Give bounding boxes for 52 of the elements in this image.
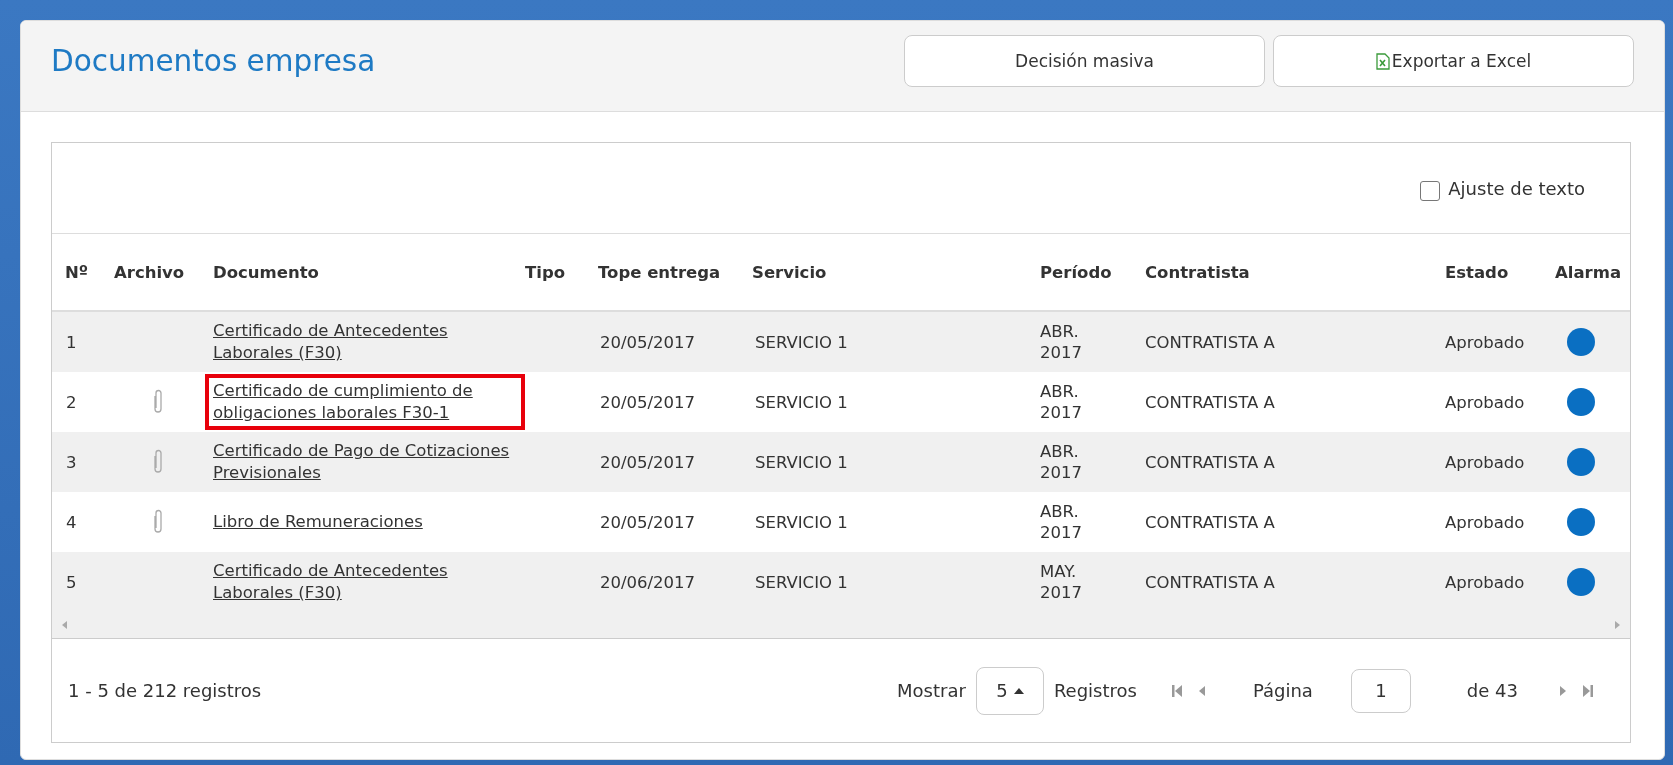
scroll-left-icon [62,621,68,629]
document-link[interactable]: Libro de Remuneraciones [205,505,431,539]
table-cell-text: 20/05/2017 [599,451,697,474]
table-cell-text: CONTRATISTA A [1144,331,1276,354]
document-link[interactable]: Certificado de cumplimiento de obligaciones laborales F30-1 [205,374,525,430]
table-cell-text: CONTRATISTA A [1144,391,1276,414]
table-cell-text: 20/05/2017 [599,391,697,414]
table-cell-text: CONTRATISTA A [1144,451,1276,474]
document-link[interactable]: Certificado de Antecedentes Laborales (F30) [205,314,525,370]
table-cell-text: MAY. 2017 [1040,561,1083,603]
table-cell-text: Aprobado [1444,391,1526,414]
page-input[interactable]: 1 [1350,668,1411,713]
table-cell-text: Aprobado [1444,571,1526,594]
table-cell-text: 2 [65,391,78,414]
records-label: Registros [1053,680,1137,701]
document-link[interactable]: Certificado de Antecedentes Laborales (F30) [205,554,525,610]
document-link[interactable]: Certificado de Pago de Cotizaciones Previsionales [205,434,525,490]
page-title: Documentos empresa [51,44,376,78]
table-cell-text: 5 [65,571,78,594]
table-cell-text: ABR. 2017 [1040,381,1083,423]
export-excel-button[interactable]: Exportar a Excel [1273,35,1634,87]
table-cell-text: 1 [65,331,78,354]
table-cell-text: Aprobado [1444,451,1526,474]
table-cell-text: SERVICIO 1 [754,331,849,354]
table-cell-text: ABR. 2017 [1040,441,1083,483]
table-cell-text: CONTRATISTA A [1144,571,1276,594]
table-cell-text: 20/06/2017 [599,571,697,594]
table-cell-text: 3 [65,451,78,474]
page-size-select[interactable]: 5 [975,666,1044,715]
scroll-right-icon [1614,621,1620,629]
table-cell-text: ABR. 2017 [1040,321,1083,363]
table-cell-text: 20/05/2017 [599,511,697,534]
table-cell-text: Aprobado [1444,511,1526,534]
page-label: Página [1252,680,1313,701]
wrap-text-checkbox[interactable] [1420,180,1441,201]
table-cell-text: Aprobado [1444,331,1526,354]
table-cell-text: CONTRATISTA A [1144,511,1276,534]
table-cell-text: 20/05/2017 [599,331,697,354]
wrap-text-label: Ajuste de texto [1448,177,1585,199]
table-cell-text: SERVICIO 1 [754,571,849,594]
table-cell-text: SERVICIO 1 [754,391,849,414]
records-summary: 1 - 5 de 212 registros [68,680,262,701]
table-cell-text: SERVICIO 1 [754,451,849,474]
table-cell-text: 4 [65,511,78,534]
mass-decision-button[interactable]: Decisión masiva [904,35,1265,87]
horizontal-scrollbar[interactable] [52,612,1630,639]
spreadsheet-icon [1375,52,1390,70]
show-label: Mostrar [897,680,966,701]
caret-up-icon [1013,687,1024,694]
table-cell-text: SERVICIO 1 [754,511,849,534]
page-count: de 43 [1466,680,1518,701]
table-cell-text: ABR. 2017 [1040,501,1083,543]
